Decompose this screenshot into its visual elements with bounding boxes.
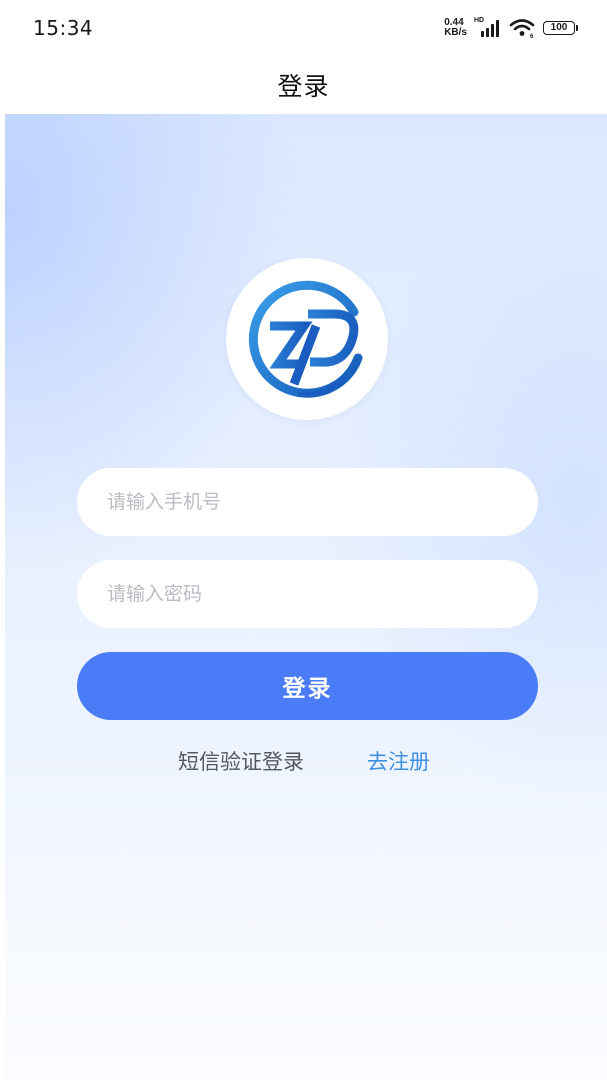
hd-label: HD bbox=[474, 17, 485, 24]
status-bar: 15:34 0.44 KB/s HD 6 100 bbox=[0, 0, 607, 56]
svg-text:6: 6 bbox=[530, 34, 534, 39]
network-speed: 0.44 KB/s bbox=[444, 18, 467, 38]
register-link[interactable]: 去注册 bbox=[367, 746, 430, 776]
app-logo bbox=[226, 258, 388, 420]
phone-input[interactable] bbox=[107, 468, 508, 536]
auth-links: 短信验证登录 去注册 bbox=[0, 742, 607, 782]
battery-icon: 100 bbox=[543, 21, 578, 35]
wifi-icon: 6 bbox=[509, 19, 535, 39]
status-icons: 0.44 KB/s HD 6 100 bbox=[444, 14, 578, 42]
password-input[interactable] bbox=[107, 560, 508, 628]
network-speed-unit: KB/s bbox=[444, 27, 467, 38]
login-button[interactable]: 登录 bbox=[77, 652, 538, 720]
password-field[interactable] bbox=[77, 560, 538, 628]
page-title: 登录 bbox=[277, 72, 330, 101]
nav-bar: 登录 bbox=[0, 56, 607, 114]
phone-field[interactable] bbox=[77, 468, 538, 536]
battery-level: 100 bbox=[550, 22, 568, 33]
status-time: 15:34 bbox=[33, 16, 94, 40]
cellular-signal-icon: HD bbox=[473, 16, 503, 40]
zp-logo-icon bbox=[248, 280, 363, 398]
sms-login-link[interactable]: 短信验证登录 bbox=[178, 746, 304, 776]
